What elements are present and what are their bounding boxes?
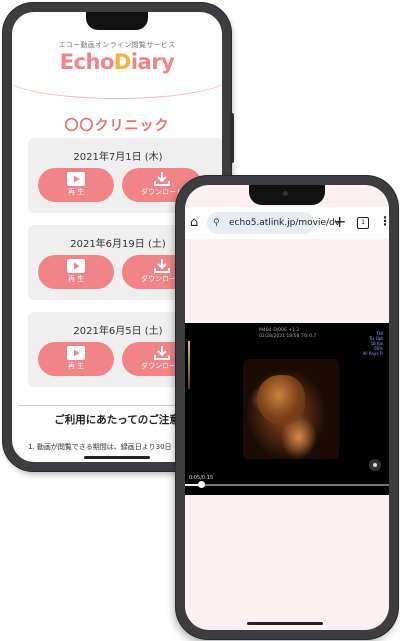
play-button[interactable]: 再 生 [38, 255, 114, 289]
download-icon [154, 346, 170, 360]
play-icon [67, 346, 85, 360]
tabs-icon[interactable]: 1 [357, 217, 369, 229]
phone-front: ⌂ ⚲ echo5.atlink.jp/movie/dv + 1 ⋮ M4B4-… [176, 176, 398, 639]
ultrasound-video-player[interactable]: M4B4-D/006 +1.2 02/28/2021 18:58 TIS 0.7… [185, 323, 389, 495]
site-settings-icon[interactable]: ⚲ [213, 217, 220, 229]
record-date: 2021年7月1日 (木) [73, 152, 163, 163]
clinic-name: 〇〇クリニック [64, 118, 170, 134]
seek-handle[interactable] [198, 481, 206, 488]
play-icon [67, 259, 85, 273]
play-label: 再 生 [67, 275, 85, 283]
video-hud-info: 02/28/2021 18:58 TIS 0.7 [259, 334, 317, 339]
play-icon [67, 172, 85, 186]
address-bar[interactable]: ⚲ echo5.atlink.jp/movie/dv [207, 212, 340, 234]
play-button[interactable]: 再 生 [38, 342, 114, 376]
play-button[interactable]: 再 生 [38, 168, 114, 202]
home-indicator [247, 622, 323, 625]
app-tagline: エコー動画オンライン閲覧サービス [58, 41, 176, 49]
phone-side-button [230, 113, 234, 163]
browser-screen: ⌂ ⚲ echo5.atlink.jp/movie/dv + 1 ⋮ M4B4-… [185, 185, 389, 630]
video-hud-right: THI Tis Opt 18 fps 60% All Rays Fl [362, 331, 383, 356]
play-label: 再 生 [67, 188, 85, 196]
home-indicator [84, 456, 150, 459]
fullscreen-icon[interactable] [369, 459, 381, 471]
new-tab-icon[interactable]: + [333, 213, 346, 231]
play-label: 再 生 [67, 362, 85, 370]
seek-bar[interactable] [185, 481, 389, 488]
home-icon[interactable]: ⌂ [190, 216, 198, 229]
grayscale-bar [188, 341, 190, 389]
browser-toolbar: ⌂ ⚲ echo5.atlink.jp/movie/dv + 1 ⋮ [185, 207, 389, 239]
header-arc-decoration [12, 52, 222, 99]
notice-item: 1. 動画が閲覧できる期間は、録画日より30日 [28, 443, 172, 451]
phone-notch [249, 185, 325, 205]
video-hud-top: M4B4-D/006 +1.2 [259, 328, 300, 333]
download-icon [154, 172, 170, 186]
phone-notch [86, 12, 148, 30]
camera-dot [283, 191, 288, 196]
fetus-face-highlight [257, 375, 305, 425]
download-icon [154, 259, 170, 273]
more-menu-icon[interactable]: ⋮ [379, 215, 389, 227]
url-text: echo5.atlink.jp/movie/dv [229, 218, 341, 228]
